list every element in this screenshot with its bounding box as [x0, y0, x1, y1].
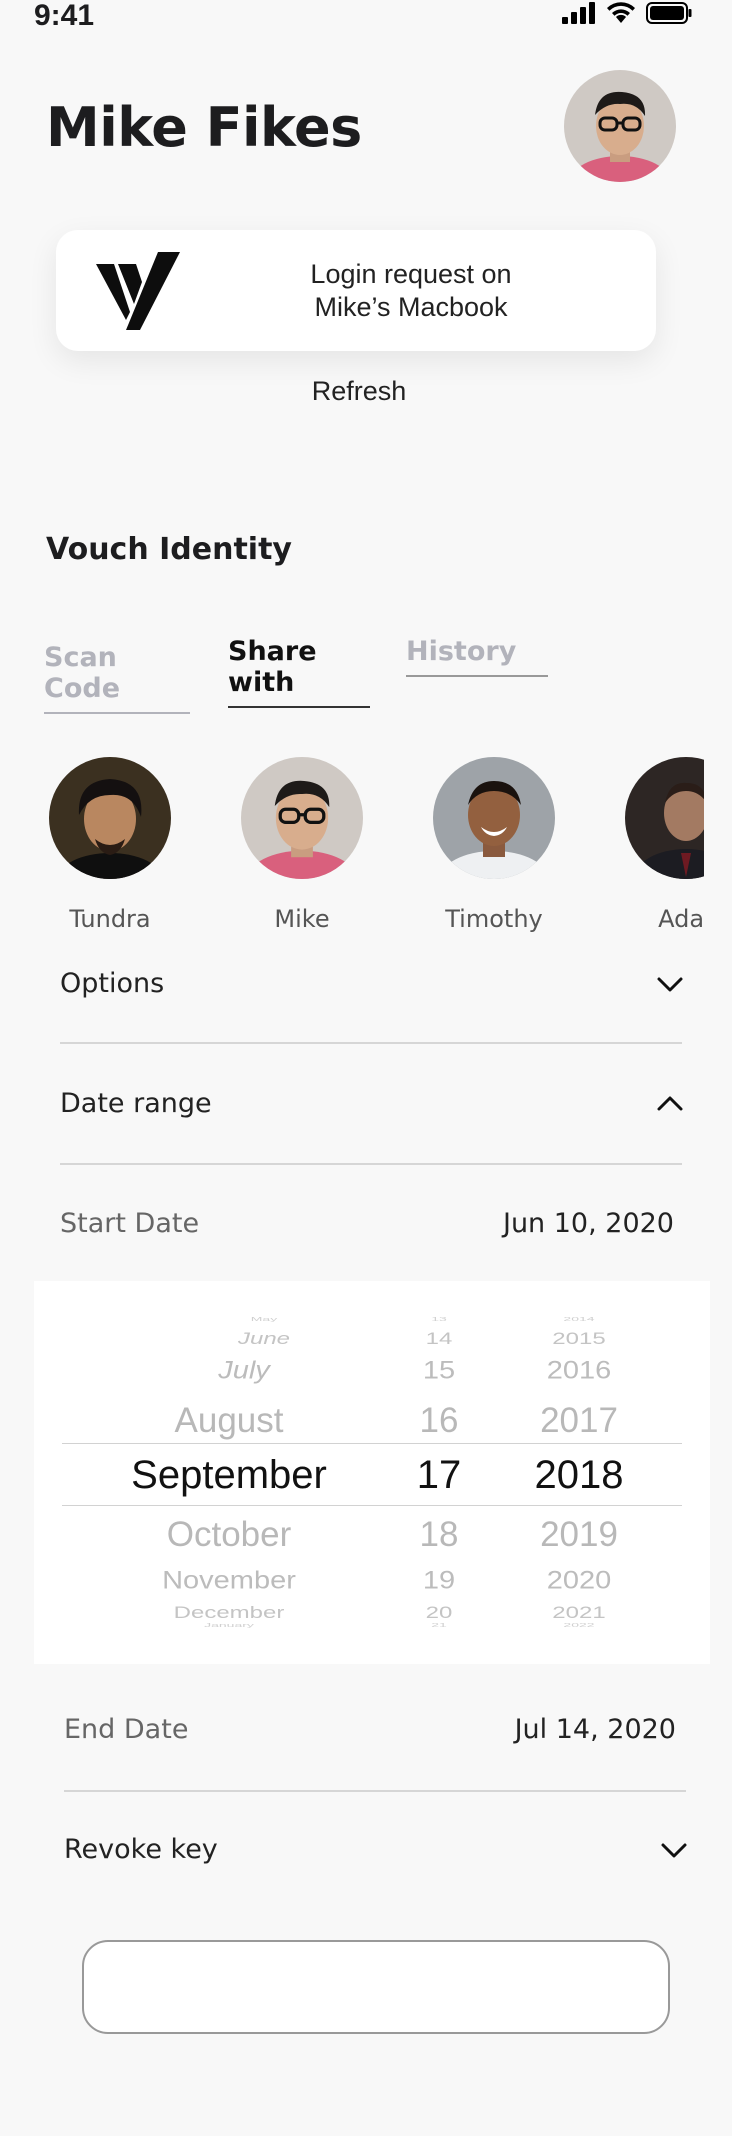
end-date-value: Jul 14, 2020: [514, 1714, 676, 1745]
picker-day[interactable]: 20: [374, 1603, 504, 1623]
divider: [64, 1790, 686, 1792]
contacts-carousel[interactable]: Tundra Mike Timothy Ada: [0, 740, 704, 940]
divider: [60, 1163, 682, 1165]
picker-year[interactable]: 2020: [494, 1567, 664, 1595]
login-request-text: Login request on Mike’s Macbook: [236, 258, 586, 324]
options-label: Options: [60, 968, 165, 999]
login-request-device: Mike’s Macbook: [314, 292, 508, 322]
picker-month[interactable]: November: [79, 1567, 379, 1595]
wifi-icon: [607, 2, 635, 23]
picker-day[interactable]: 13: [374, 1316, 504, 1322]
picker-day[interactable]: 21: [374, 1622, 504, 1628]
start-date-row[interactable]: Start Date Jun 10, 2020: [60, 1206, 674, 1246]
contact-tundra[interactable]: Tundra: [49, 757, 171, 933]
picker-year[interactable]: 2016: [494, 1357, 664, 1385]
login-request-card[interactable]: Login request on Mike’s Macbook: [56, 230, 656, 351]
picker-month[interactable]: June: [114, 1329, 414, 1349]
status-icons: [562, 2, 692, 24]
start-date-label: Start Date: [60, 1208, 200, 1239]
contact-name: Tundra: [69, 905, 151, 933]
divider: [60, 1042, 682, 1044]
contact-timothy[interactable]: Timothy: [433, 757, 555, 933]
picker-year[interactable]: 2015: [494, 1329, 664, 1349]
picker-day[interactable]: 14: [374, 1329, 504, 1349]
section-title: Vouch Identity: [46, 532, 292, 567]
picker-month[interactable]: July: [94, 1357, 394, 1385]
chevron-down-icon: [657, 977, 683, 992]
picker-year[interactable]: 2017: [494, 1401, 664, 1441]
picker-selection-bottom: [62, 1505, 682, 1506]
start-date-value: Jun 10, 2020: [502, 1208, 674, 1239]
battery-icon: [646, 2, 692, 24]
picker-year[interactable]: 2021: [494, 1603, 664, 1623]
refresh-button[interactable]: Refresh: [300, 376, 418, 407]
contact-adar[interactable]: Adar: [625, 757, 704, 933]
picker-month-selected[interactable]: September: [79, 1453, 379, 1498]
contact-avatar: [241, 757, 363, 879]
picker-selection-top: [62, 1443, 682, 1444]
tab-history[interactable]: History: [406, 636, 548, 677]
date-range-row[interactable]: Date range: [60, 1086, 684, 1126]
picker-month[interactable]: October: [79, 1515, 379, 1555]
picker-year-selected[interactable]: 2018: [494, 1453, 664, 1498]
contact-mike[interactable]: Mike: [241, 757, 363, 933]
revoke-key-label: Revoke key: [64, 1834, 218, 1865]
contact-name: Adar: [658, 905, 704, 933]
tab-scan-code[interactable]: Scan Code: [44, 642, 190, 714]
page-title: Mike Fikes: [46, 96, 362, 159]
picker-day[interactable]: 19: [374, 1567, 504, 1595]
picker-year[interactable]: 2019: [494, 1515, 664, 1555]
primary-action-button[interactable]: [82, 1940, 670, 2034]
picker-day[interactable]: 18: [374, 1515, 504, 1555]
revoke-key-row[interactable]: Revoke key: [64, 1832, 688, 1872]
contact-name: Mike: [274, 905, 330, 933]
end-date-row[interactable]: End Date Jul 14, 2020: [64, 1712, 676, 1752]
chevron-down-icon: [661, 1843, 687, 1858]
contact-avatar: [433, 757, 555, 879]
tab-share-with[interactable]: Share with: [228, 636, 370, 708]
picker-day-selected[interactable]: 17: [374, 1453, 504, 1498]
login-request-line1: Login request on: [310, 259, 512, 289]
contact-avatar: [49, 757, 171, 879]
picker-year[interactable]: 2022: [494, 1622, 664, 1628]
date-range-label: Date range: [60, 1088, 212, 1119]
chevron-up-icon: [657, 1096, 683, 1111]
picker-month[interactable]: January: [79, 1622, 379, 1628]
picker-year[interactable]: 2014: [494, 1316, 664, 1322]
status-time: 9:41: [34, 0, 95, 32]
cellular-signal-icon: [562, 2, 595, 24]
user-avatar[interactable]: [564, 70, 676, 182]
date-picker[interactable]: May June July August September October N…: [34, 1281, 710, 1664]
picker-month[interactable]: December: [79, 1603, 379, 1623]
vouch-logo: [96, 252, 180, 330]
options-row[interactable]: Options: [60, 966, 684, 1006]
picker-day[interactable]: 15: [374, 1357, 504, 1385]
picker-month[interactable]: May: [114, 1316, 414, 1322]
contact-name: Timothy: [445, 905, 543, 933]
picker-month[interactable]: August: [79, 1401, 379, 1441]
contact-avatar: [625, 757, 704, 879]
picker-day[interactable]: 16: [374, 1401, 504, 1441]
end-date-label: End Date: [64, 1714, 189, 1745]
